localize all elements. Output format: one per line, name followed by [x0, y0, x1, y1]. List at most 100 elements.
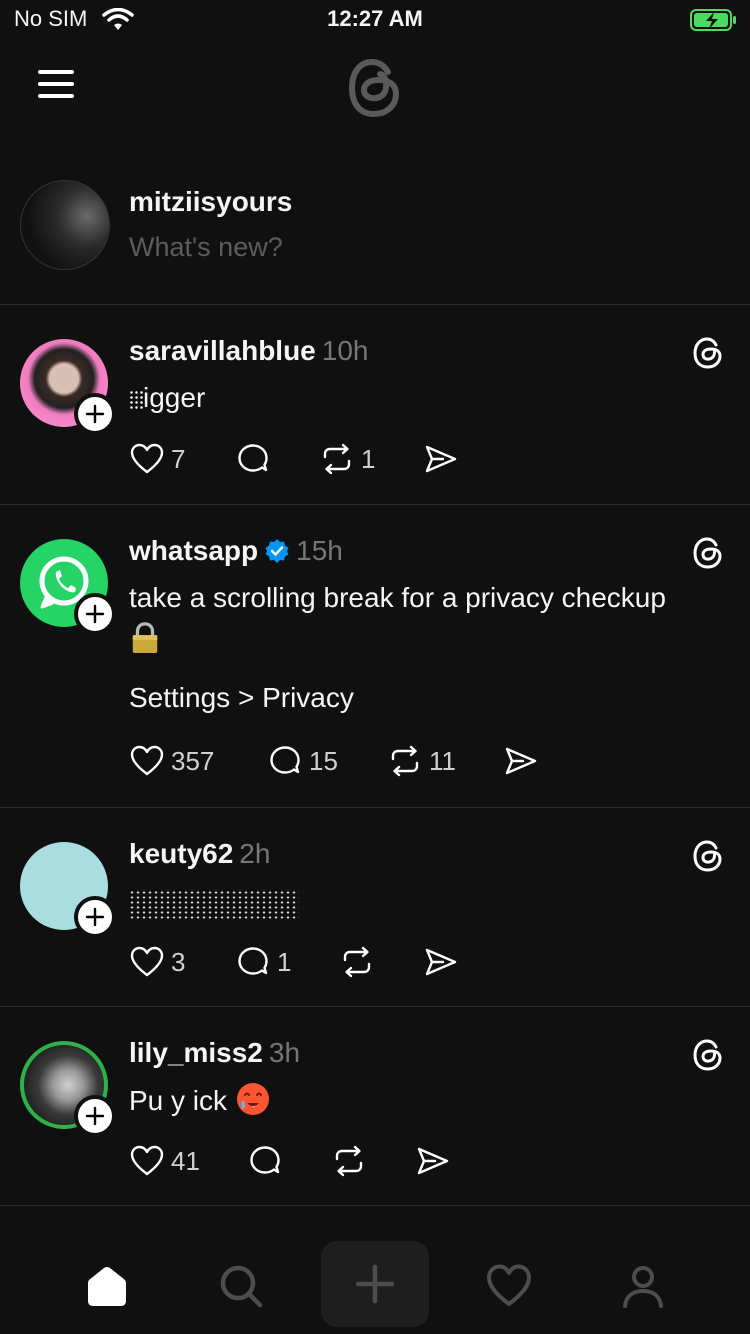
follow-button[interactable] — [74, 896, 116, 938]
post-username[interactable]: lily_miss2 — [129, 1037, 263, 1068]
repost-icon — [391, 745, 419, 777]
avatar[interactable] — [20, 180, 110, 270]
tab-activity[interactable] — [454, 1242, 564, 1330]
like-count: 3 — [171, 946, 186, 977]
composer-input[interactable]: What's new? — [129, 232, 283, 263]
threads-icon[interactable] — [690, 335, 726, 371]
post-username[interactable]: keuty62 — [129, 838, 233, 869]
post-actions: 41 — [129, 1141, 469, 1181]
post-actions: 357 15 11 — [129, 741, 549, 781]
like-button[interactable]: 357 — [129, 741, 214, 781]
post-time: 2h — [239, 838, 271, 869]
share-button[interactable] — [423, 439, 459, 479]
post-header: whatsapp 15h — [129, 535, 343, 567]
post-item[interactable]: whatsapp 15h take a scrolling break for a… — [0, 505, 750, 808]
repost-count: 11 — [429, 745, 456, 776]
send-icon — [425, 445, 457, 473]
repost-button[interactable] — [331, 1141, 373, 1181]
repost-icon — [343, 946, 371, 978]
top-bar — [0, 44, 750, 134]
post-text: take a scrolling break for a privacy che… — [129, 579, 729, 717]
share-button[interactable] — [415, 1141, 451, 1181]
post-actions: 7 1 — [129, 439, 489, 479]
repost-button[interactable]: 11 — [387, 741, 456, 781]
post-time: 15h — [296, 535, 343, 566]
heart-icon — [487, 1264, 531, 1306]
reply-button[interactable]: 15 — [267, 741, 338, 781]
post-item[interactable]: saravillahblue 10h igger 7 1 — [0, 305, 750, 505]
search-icon — [220, 1265, 263, 1308]
follow-button[interactable] — [74, 593, 116, 635]
post-item[interactable]: lily_miss2 3h Pu y ick 41 — [0, 1007, 750, 1206]
repost-icon — [335, 1145, 363, 1177]
send-icon — [417, 1147, 449, 1175]
composer: mitziisyours What's new? — [0, 160, 750, 305]
plus-icon — [355, 1264, 395, 1304]
heart-icon — [130, 1145, 164, 1176]
lock-emoji-icon — [132, 622, 158, 654]
heart-icon — [130, 745, 164, 776]
post-header: keuty62 2h — [129, 838, 270, 870]
repost-count: 1 — [361, 443, 376, 474]
follow-button[interactable] — [74, 393, 116, 435]
send-icon — [425, 948, 457, 976]
follow-button[interactable] — [74, 1095, 116, 1137]
share-button[interactable] — [423, 942, 459, 982]
share-button[interactable] — [503, 741, 539, 781]
post-username[interactable]: whatsapp — [129, 535, 258, 566]
post-text: Pu y ick — [129, 1081, 271, 1120]
comment-icon — [238, 444, 268, 472]
repost-button[interactable]: 1 — [319, 439, 375, 479]
clock: 12:27 AM — [327, 6, 423, 31]
heart-icon — [130, 946, 164, 977]
like-button[interactable]: 41 — [129, 1141, 200, 1181]
post-username[interactable]: saravillahblue — [129, 335, 316, 366]
status-bar: No SIM 12:27 AM — [0, 0, 750, 44]
drooling-face-emoji-icon — [236, 1083, 269, 1115]
like-count: 7 — [171, 443, 186, 474]
post-time: 10h — [321, 335, 369, 366]
post-text: igger — [129, 379, 205, 417]
obscured-text — [129, 889, 299, 920]
reply-button[interactable] — [247, 1141, 289, 1181]
verified-badge-icon — [265, 539, 289, 563]
home-icon — [88, 1266, 126, 1306]
post-header: lily_miss2 3h — [129, 1037, 300, 1069]
like-button[interactable]: 3 — [129, 942, 185, 982]
send-icon — [505, 747, 537, 775]
plus-icon — [85, 604, 105, 624]
post-header: saravillahblue 10h — [129, 335, 368, 367]
post-actions: 3 1 — [129, 942, 489, 982]
comment-icon — [238, 947, 268, 975]
plus-icon — [85, 1106, 105, 1126]
profile-icon — [623, 1266, 663, 1308]
threads-icon[interactable] — [690, 838, 726, 874]
reply-count: 1 — [277, 946, 292, 977]
like-count: 357 — [171, 745, 215, 776]
battery-charging-icon — [690, 9, 736, 31]
like-button[interactable]: 7 — [129, 439, 185, 479]
like-count: 41 — [171, 1145, 200, 1176]
tab-create[interactable] — [321, 1241, 429, 1327]
comment-icon — [270, 746, 300, 774]
comment-icon — [250, 1146, 280, 1174]
post-text — [129, 884, 299, 922]
bottom-tab-bar — [0, 1240, 750, 1334]
post-item[interactable]: keuty62 2h 3 1 — [0, 808, 750, 1007]
plus-icon — [85, 907, 105, 927]
tab-profile[interactable] — [588, 1242, 698, 1330]
hamburger-menu-icon[interactable] — [38, 70, 74, 98]
repost-button[interactable] — [339, 942, 381, 982]
threads-icon[interactable] — [690, 1037, 726, 1073]
composer-username: mitziisyours — [129, 186, 293, 217]
repost-icon — [323, 443, 351, 475]
tab-home[interactable] — [52, 1242, 162, 1330]
tab-search[interactable] — [186, 1242, 296, 1330]
threads-logo-icon[interactable] — [340, 52, 410, 122]
reply-count: 15 — [309, 745, 338, 776]
reply-button[interactable]: 1 — [235, 942, 291, 982]
reply-button[interactable] — [235, 439, 277, 479]
post-text-settings: Settings > Privacy — [129, 682, 354, 713]
post-time: 3h — [268, 1037, 301, 1068]
threads-icon[interactable] — [690, 535, 726, 571]
